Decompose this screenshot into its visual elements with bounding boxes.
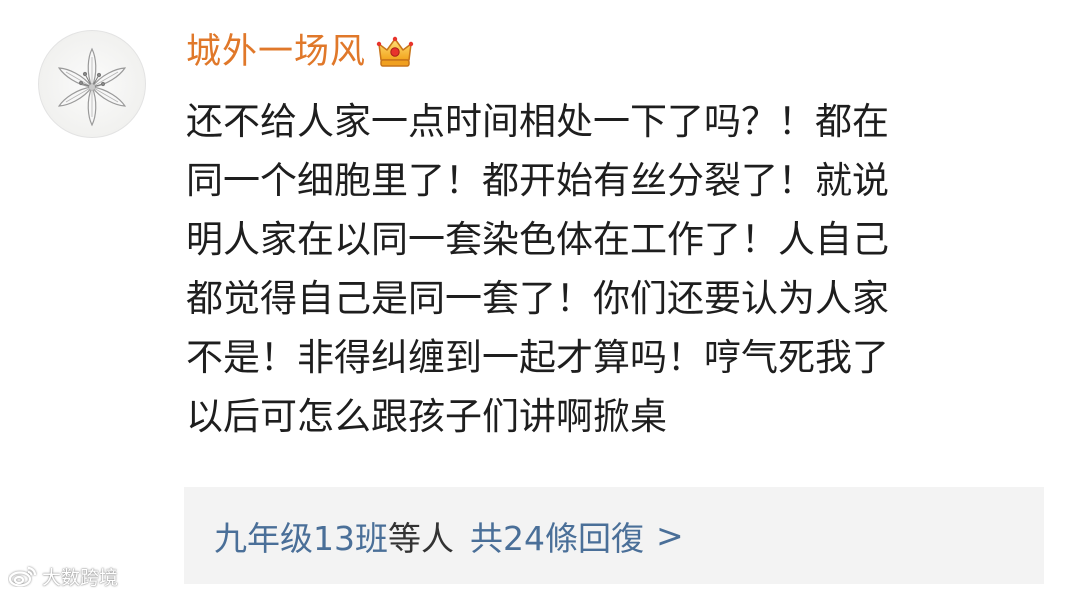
comment-line: 明人家在以同一套染色体在工作了！人自己 [186,218,889,261]
watermark: 大数跨境 [8,563,118,589]
comment-line: 都觉得自己是同一套了！你们还要认为人家 [186,277,889,320]
crown-icon[interactable] [376,33,414,71]
comment-line: 同一个细胞里了！都开始有丝分裂了！就说 [186,159,889,202]
reply-users-suffix: 等人 [388,518,454,558]
replies-summary-button[interactable]: 九年级13班 等人 共24條回復 > [184,487,1044,584]
chevron-right-icon: > [656,516,684,555]
reply-count-link[interactable]: 共24條回復 [470,512,644,560]
avatar[interactable] [38,30,146,138]
comment-line: 不是！非得纠缠到一起才算吗！哼气死我了 [186,336,889,379]
watermark-text: 大数跨境 [42,566,119,589]
username-row: 城外一场风 [186,28,414,76]
comment-text: 还不给人家一点时间相处一下了吗？！都在 同一个细胞里了！都开始有丝分裂了！就说 … [186,92,1026,446]
weibo-logo-icon [8,566,37,587]
weibo-comment-screen: 城外一场风 还不给人家一点时间相处一下了吗？！都在 同一个细胞里了！都开始有丝分… [0,0,1080,597]
comment-line: 以后可怎么跟孩子们讲啊掀桌 [186,395,667,438]
username[interactable]: 城外一场风 [186,28,366,76]
lily-flower-icon [57,47,127,127]
comment-line: 还不给人家一点时间相处一下了吗？！都在 [186,100,889,143]
reply-user-names[interactable]: 九年级13班 [214,512,388,560]
